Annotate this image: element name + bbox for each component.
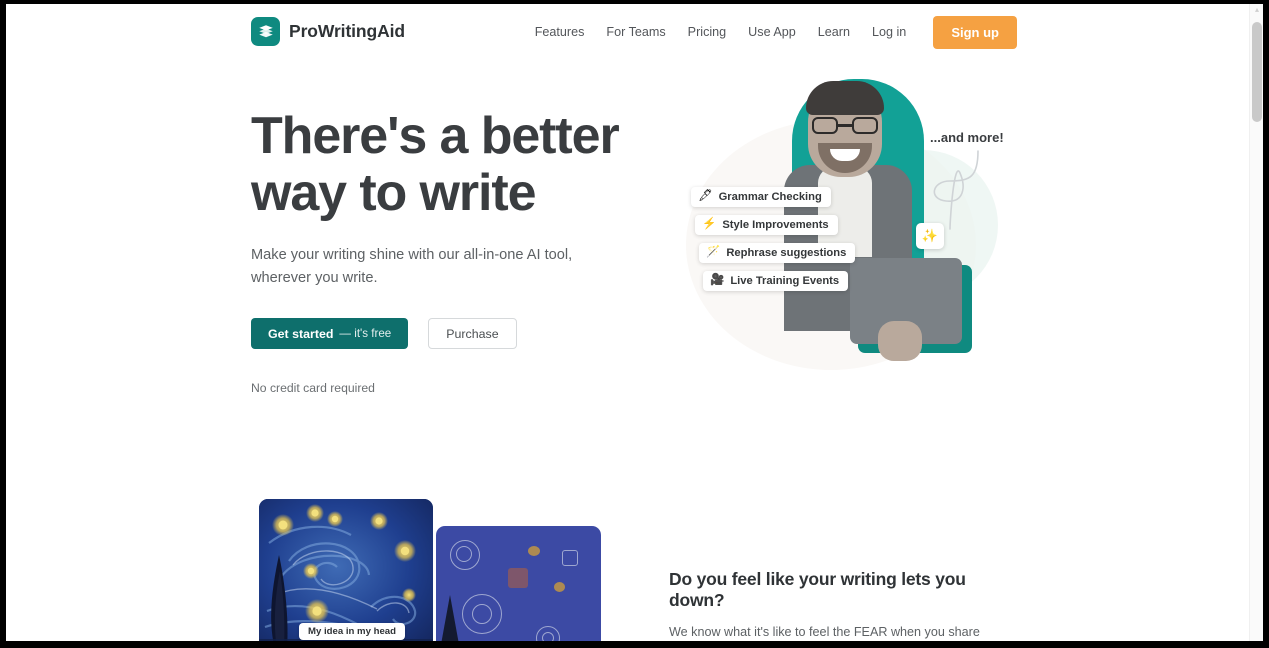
nav-item-for-teams[interactable]: For Teams (595, 19, 676, 45)
section2-heading: Do you feel like your writing lets you d… (669, 569, 966, 610)
page-content: ProWritingAid Features For Teams Pricing… (6, 4, 1249, 641)
no-credit-card-note: No credit card required (251, 381, 375, 395)
doodle-cypress-tree (438, 595, 462, 641)
purchase-button[interactable]: Purchase (428, 318, 517, 349)
scroll-up-arrow-icon[interactable]: ▴ (1253, 6, 1261, 14)
lightning-bolt-icon: ⚡ (702, 218, 717, 231)
feature-chip-label: Live Training Events (730, 275, 840, 287)
doodle-spiral (472, 604, 492, 624)
hero-illustration: 🖋 Grammar Checking ⚡ Style Improvements … (678, 65, 1018, 455)
image-caption-tag: My idea in my head (299, 623, 405, 640)
feature-chip-rephrase-suggestions: 🪄 Rephrase suggestions (699, 243, 856, 263)
get-started-button[interactable]: Get started — it's free (251, 318, 409, 349)
magic-wand-icon: 🪄 (706, 246, 721, 259)
quill-pen-icon: 🖋 (698, 190, 713, 203)
get-started-label: Get started (268, 326, 334, 341)
nav-item-log-in[interactable]: Log in (861, 19, 917, 45)
hero-title-line-2: way to write (251, 164, 537, 222)
hero-section: There's a better way to write Make your … (6, 60, 1249, 480)
section2-paragraph: We know what it's like to feel the FEAR … (669, 625, 980, 639)
video-camera-icon: 🎥 (710, 274, 725, 287)
nav-item-use-app[interactable]: Use App (737, 19, 807, 45)
and-more-callout: ...and more! (930, 130, 1004, 145)
section2-illustration: My idea in my head (251, 499, 601, 641)
hero-title-line-1: There's a better (251, 107, 620, 165)
brand-logo-link[interactable]: ProWritingAid (251, 17, 405, 46)
prowritingaid-book-logo-icon (251, 17, 280, 46)
brand-name: ProWritingAid (289, 21, 406, 41)
feature-chip-label: Style Improvements (722, 219, 829, 231)
page-scrollbar[interactable]: ▴ (1249, 4, 1263, 641)
doodle-star (528, 546, 540, 556)
section2-copy: Do you feel like your writing lets you d… (669, 569, 1019, 641)
browser-viewport: ProWritingAid Features For Teams Pricing… (6, 4, 1263, 641)
doodle-blob (508, 568, 528, 588)
page-title: There's a better way to write (251, 108, 631, 222)
get-started-sublabel: — it's free (339, 327, 392, 340)
feature-chip-style-improvements: ⚡ Style Improvements (695, 215, 838, 235)
feature-chip-label: Grammar Checking (718, 191, 822, 203)
starry-night-painting-image: My idea in my head (259, 499, 433, 641)
doodle-square (562, 550, 578, 566)
nav-item-features[interactable]: Features (524, 19, 596, 45)
person-hair (806, 81, 884, 115)
main-nav: Features For Teams Pricing Use App Learn… (524, 4, 1017, 60)
nav-item-learn[interactable]: Learn (807, 19, 861, 45)
glasses-icon (812, 117, 878, 134)
doodle-spiral (456, 546, 472, 562)
feature-chip-grammar-checking: 🖋 Grammar Checking (691, 187, 831, 207)
doodle-spiral (542, 632, 554, 641)
browser-screen: ProWritingAid Features For Teams Pricing… (0, 0, 1269, 648)
feature-chip-list: 🖋 Grammar Checking ⚡ Style Improvements … (691, 187, 856, 299)
nav-item-pricing[interactable]: Pricing (677, 19, 738, 45)
person-hand (878, 321, 922, 361)
hero-cta-group: Get started — it's free Purchase (251, 318, 631, 349)
doodle-star (554, 582, 565, 592)
scrollbar-thumb[interactable] (1252, 22, 1262, 122)
writing-lets-you-down-section: My idea in my head Do you feel like your… (6, 484, 1249, 641)
hero-subtitle: Make your writing shine with our all-in-… (251, 247, 573, 286)
sparkle-badge-icon: ✨ (916, 223, 944, 249)
sign-up-button[interactable]: Sign up (933, 15, 1017, 49)
hero-copy: There's a better way to write Make your … (251, 108, 631, 395)
site-header: ProWritingAid Features For Teams Pricing… (6, 4, 1249, 60)
feature-chip-label: Rephrase suggestions (726, 247, 847, 259)
feature-chip-live-training-events: 🎥 Live Training Events (703, 271, 849, 291)
plain-blue-card-image (436, 526, 601, 641)
